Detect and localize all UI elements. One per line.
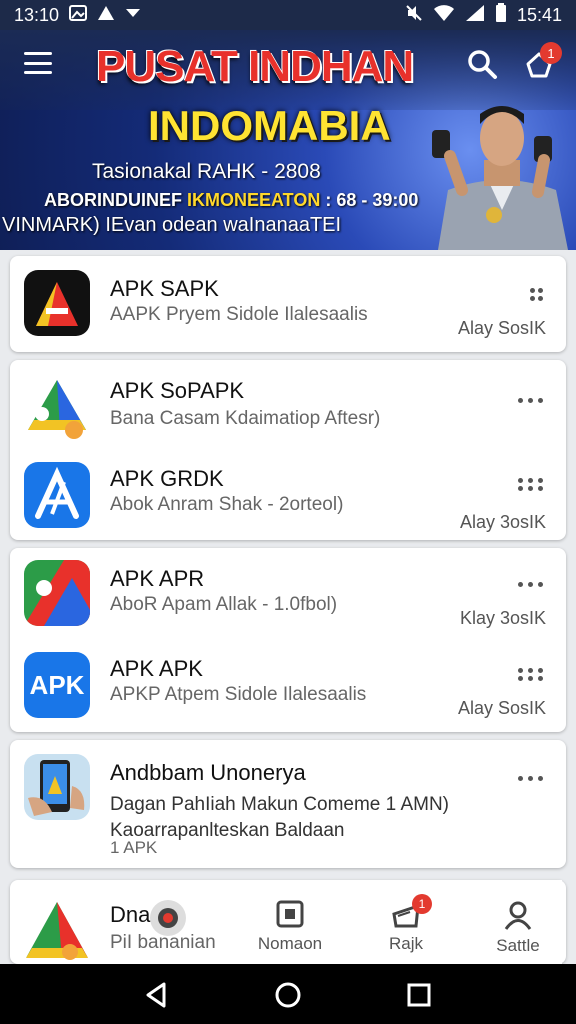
app-row-andbbam[interactable]: Andbbam Unonerya Dagan PahIiah Makun Com…: [10, 744, 566, 864]
apk-sapk-icon: [24, 270, 90, 336]
app-description-3: 1 APK: [110, 838, 158, 857]
app-meta: Alay 3osIK: [459, 512, 546, 532]
banner-line-2: ABORINDUINEF IKMONEEATON : 68 - 39:00: [44, 190, 418, 211]
banner-line-2-prefix: ABORINDUINEF: [44, 190, 187, 210]
notification-badge: 1: [540, 42, 562, 64]
status-time-right: 15:41: [516, 4, 562, 25]
more-options-icon[interactable]: [518, 578, 544, 592]
cell-signal-icon: [465, 4, 485, 27]
apk-grdk-icon: [24, 462, 90, 528]
app-description: APKP Atpem Sidole Ilalesaalis: [110, 684, 367, 705]
nav-badge: 1: [412, 894, 432, 914]
app-title: Andbbam Unonerya: [110, 760, 306, 785]
more-options-icon[interactable]: [530, 288, 544, 302]
app-meta: Alay SosIK: [457, 698, 546, 718]
nav-label: Sattle: [496, 936, 540, 955]
app-meta: Klay 3osIK: [459, 608, 546, 628]
phone-hand-icon: [24, 754, 90, 820]
apk-apk-icon: APK: [24, 652, 90, 718]
more-options-icon[interactable]: [518, 394, 544, 408]
profile-icon: [504, 901, 532, 930]
system-navigation-bar: [0, 964, 576, 1024]
mute-icon: [405, 4, 423, 27]
app-description: Bana Casam Kdaimatiop Aftesr): [110, 408, 381, 429]
banner-line-2-highlight: IKMONEEATON: [187, 190, 321, 210]
app-title: APK APK: [110, 656, 203, 681]
nav-item-rajk[interactable]: Rajk 1: [366, 880, 446, 964]
app-description: Dagan PahIiah Makun Comeme 1 AMN): [110, 794, 449, 815]
wifi-icon: [433, 4, 455, 27]
banner-line-1: Tasionakal RAHK - 2808: [92, 160, 321, 183]
app-card-3: APK APR AboR Apam Allak - 1.0fbol) Klay …: [10, 548, 566, 732]
nav-item-sattle[interactable]: Sattle: [474, 880, 562, 964]
app-row-apk-grdk[interactable]: APK GRDK Abok Anram Shak - 2orteol) Alay…: [10, 452, 566, 542]
back-icon[interactable]: [142, 980, 172, 1010]
app-title: APK SAPK: [110, 276, 219, 301]
home-icon[interactable]: [273, 980, 303, 1010]
more-options-icon[interactable]: [518, 478, 544, 492]
banner-line-3: VINMARK) IEvan odean waInanaaTEI: [2, 214, 342, 236]
app-title: APK APR: [110, 566, 205, 591]
nav-item-nomaon[interactable]: Nomaon: [250, 880, 330, 964]
nav-label: Nomaon: [257, 934, 323, 953]
app-meta: Alay SosIK: [457, 318, 546, 338]
more-options-icon[interactable]: [518, 772, 544, 786]
search-icon[interactable]: [466, 48, 498, 80]
record-icon[interactable]: [150, 900, 186, 936]
gallery-icon: [69, 4, 88, 26]
app-row-apk-sopapk[interactable]: APK SoPAPK Bana Casam Kdaimatiop Aftesr): [10, 364, 566, 454]
recents-icon[interactable]: [404, 980, 434, 1010]
header-banner: PUSAT INDHAN INDOMABIA Tasionakal RAHK -…: [0, 30, 576, 250]
app-title: APK GRDK: [110, 466, 224, 491]
app-card-1: APK SAPK AAPK Pryem Sidole Ilalesaalis A…: [10, 256, 566, 352]
nav-label: Rajk: [388, 934, 423, 953]
app-card-4: Andbbam Unonerya Dagan PahIiah Makun Com…: [10, 740, 566, 868]
bottom-navigation: Nomaon Rajk 1 Sattle: [10, 880, 566, 964]
host-figure-image: [432, 106, 568, 250]
app-title: APK SoPAPK: [110, 378, 245, 403]
app-row-apk-sapk[interactable]: APK SAPK AAPK Pryem Sidole Ilalesaalis A…: [10, 260, 566, 350]
app-description: Abok Anram Shak - 2orteol): [110, 494, 344, 515]
more-options-icon[interactable]: [518, 668, 544, 682]
app-row-apk-apk[interactable]: APK APK APK APKP Atpem Sidole Ilalesaali…: [10, 642, 566, 732]
status-right: 15:41: [405, 2, 562, 28]
drive-icon: [97, 5, 115, 26]
status-left: 13:10: [14, 4, 141, 26]
app-description: AAPK Pryem Sidole Ilalesaalis: [110, 304, 368, 325]
brand-title: PUSAT INDHAN: [96, 42, 414, 91]
banner-line-2-suffix: : 68 - 39:00: [320, 190, 419, 210]
battery-icon: [495, 2, 507, 28]
apk-apr-icon: [24, 560, 90, 626]
signal-arrow-icon: [125, 6, 141, 24]
square-home-icon: [276, 900, 304, 928]
apk-sopapk-icon: [24, 374, 90, 440]
status-bar: 13:10 15:41: [0, 0, 576, 30]
app-description: AboR Apam Allak - 1.0fbol): [110, 594, 338, 615]
app-card-2: APK SoPAPK Bana Casam Kdaimatiop Aftesr)…: [10, 360, 566, 540]
menu-icon[interactable]: [24, 52, 52, 74]
app-row-apk-apr[interactable]: APK APR AboR Apam Allak - 1.0fbol) Klay …: [10, 552, 566, 642]
brand-subtitle: INDOMABIA: [148, 102, 391, 149]
status-time-left: 13:10: [14, 4, 60, 25]
